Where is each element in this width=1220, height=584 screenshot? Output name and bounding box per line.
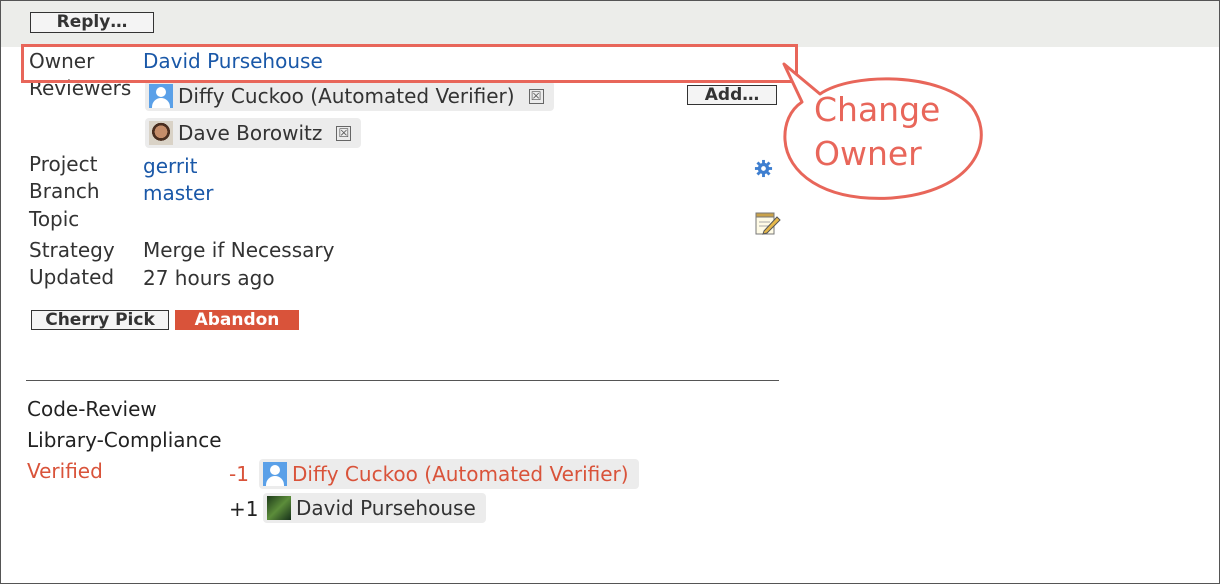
- project-link[interactable]: gerrit: [143, 154, 198, 178]
- section-divider: [26, 380, 779, 381]
- remove-reviewer-icon[interactable]: ☒: [528, 88, 544, 104]
- callout-text: Change Owner: [814, 90, 941, 173]
- topic-label: Topic: [29, 207, 80, 231]
- reviewer-name: Diffy Cuckoo (Automated Verifier): [178, 84, 515, 108]
- library-compliance-label: Library-Compliance: [27, 428, 222, 452]
- abandon-button[interactable]: Abandon: [175, 310, 299, 330]
- voter-chip[interactable]: Diffy Cuckoo (Automated Verifier): [259, 459, 639, 489]
- strategy-label: Strategy: [29, 238, 115, 262]
- strategy-value: Merge if Necessary: [143, 238, 335, 262]
- code-review-label: Code-Review: [27, 397, 157, 421]
- top-toolbar: [1, 1, 1219, 47]
- reviewer-chip[interactable]: Diffy Cuckoo (Automated Verifier) ☒: [145, 81, 554, 111]
- verified-label: Verified: [27, 459, 103, 483]
- cherry-pick-button[interactable]: Cherry Pick: [31, 310, 169, 330]
- owner-highlight-box: [21, 44, 798, 83]
- edit-icon[interactable]: [755, 212, 781, 236]
- user-avatar-icon: [149, 84, 173, 108]
- updated-value: 27 hours ago: [143, 266, 275, 290]
- branch-label: Branch: [29, 179, 100, 203]
- reviewer-name: Dave Borowitz: [178, 121, 323, 145]
- reply-button[interactable]: Reply…: [30, 12, 154, 33]
- vote-score: -1: [229, 462, 249, 486]
- add-reviewer-button[interactable]: Add…: [687, 85, 777, 105]
- reviewer-chip[interactable]: Dave Borowitz ☒: [145, 118, 362, 148]
- voter-name: Diffy Cuckoo (Automated Verifier): [292, 462, 629, 486]
- user-avatar-icon: [267, 496, 291, 520]
- project-label: Project: [29, 152, 98, 176]
- user-avatar-icon: [149, 121, 173, 145]
- gear-icon[interactable]: [754, 159, 773, 178]
- voter-chip[interactable]: David Pursehouse: [263, 493, 486, 523]
- vote-score: +1: [229, 497, 259, 521]
- voter-name: David Pursehouse: [296, 496, 476, 520]
- branch-link[interactable]: master: [143, 181, 214, 205]
- remove-reviewer-icon[interactable]: ☒: [336, 125, 352, 141]
- updated-label: Updated: [29, 265, 115, 289]
- user-avatar-icon: [263, 462, 287, 486]
